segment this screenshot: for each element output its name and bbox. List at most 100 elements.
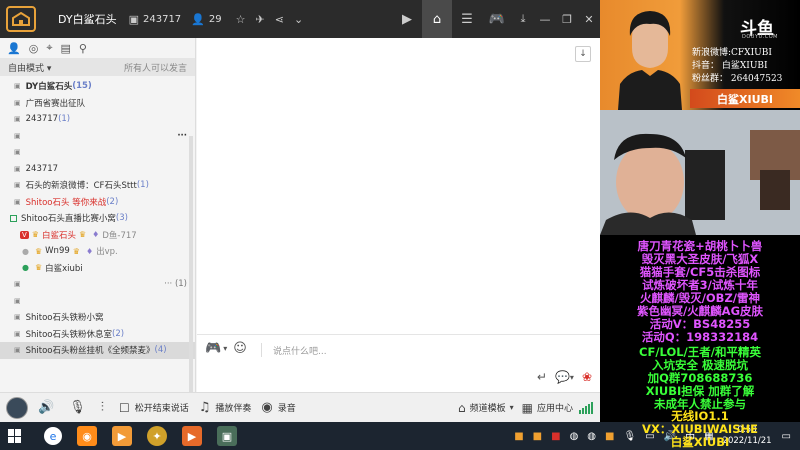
- app-center-button[interactable]: 应用中心: [537, 401, 573, 414]
- play-music-button[interactable]: ♫ 播放伴奏: [199, 400, 252, 415]
- mixer-icon: ⫶: [100, 400, 104, 415]
- more-icon[interactable]: ···: [177, 131, 187, 141]
- app-game-icon[interactable]: ▶: [182, 426, 202, 446]
- channel-row[interactable]: ▣ Shitoo石头铁粉小窝: [0, 309, 195, 326]
- channel-icon: ▣: [14, 181, 21, 190]
- channel-row[interactable]: ▣ DY白鲨石头 (15): [0, 78, 195, 95]
- mode-selector[interactable]: 自由模式 ▾ 所有人可以发言: [0, 58, 195, 76]
- list-icon[interactable]: ☰: [452, 0, 482, 38]
- member-row[interactable]: V ♛ 白鲨石头 ♛ ♦ D鱼-717: [0, 227, 195, 244]
- video-icon[interactable]: ▶: [392, 0, 422, 38]
- app-media-icon[interactable]: ▶: [112, 426, 132, 446]
- webcam-scene-icon: [600, 110, 800, 235]
- channel-row[interactable]: ▣: [0, 293, 195, 310]
- speaker-button[interactable]: 🔊: [38, 400, 59, 415]
- channel-row[interactable]: ▣ 石头的新浪微博：CF石头Sttt (1): [0, 177, 195, 194]
- vip-badge: V: [20, 230, 29, 239]
- chevron-down-icon[interactable]: ▾: [223, 344, 227, 353]
- tray-app-icon[interactable]: ◍: [570, 431, 579, 442]
- channel-row-selected[interactable]: ▣ Shitoo石头粉丝挂机《全频禁麦》 (4): [0, 342, 195, 359]
- channel-icon: ▣: [14, 329, 21, 338]
- channel-icon: ▣: [14, 164, 21, 173]
- checkbox-icon: ☐: [118, 400, 130, 415]
- more-icon[interactable]: ···: [164, 279, 172, 289]
- enter-icon[interactable]: ↵: [537, 370, 547, 384]
- collapse-icon[interactable]: ⤓: [512, 0, 534, 38]
- member-row[interactable]: ● ♛ 白鲨xiubi: [0, 260, 195, 277]
- emoji-icon[interactable]: ☺: [233, 341, 247, 356]
- channel-row[interactable]: ▣ Shitoo石头铁粉休息室 (2): [0, 326, 195, 343]
- channel-row[interactable]: ▣ 广西省赛出征队: [0, 95, 195, 112]
- person-icon[interactable]: 👤: [7, 42, 21, 55]
- record-label: 录音: [277, 404, 296, 414]
- member-name: 白鲨石头: [41, 230, 76, 241]
- scrollbar[interactable]: [189, 136, 193, 396]
- bottom-toolbar: 🔊 🎙 ⫶ ☐ 松开结束说话 ♫ 播放伴奏 ◉ 录音 ⌂ 频道模板 ▾ ▦ 应用中心: [0, 392, 600, 422]
- plane-icon[interactable]: ✈: [256, 13, 265, 26]
- windows-start-icon[interactable]: [8, 429, 22, 443]
- mic-button[interactable]: 🎙: [69, 400, 91, 415]
- member-note: D鱼-717: [102, 230, 137, 241]
- channel-label: DY白鲨石头: [25, 82, 73, 93]
- notes-icon[interactable]: ▤: [61, 42, 71, 55]
- headset-icon[interactable]: ◎: [29, 42, 39, 55]
- douyin-info: 抖音： 白鲨XIUBI: [692, 61, 768, 71]
- home-icon[interactable]: ⌂: [422, 0, 452, 38]
- tray-app-icon[interactable]: ■: [551, 431, 560, 442]
- channel-count: (3): [115, 213, 128, 224]
- minimize-icon[interactable]: —: [534, 0, 556, 38]
- channel-open-icon: [10, 214, 17, 222]
- star-icon[interactable]: ☆: [236, 13, 246, 26]
- search-icon[interactable]: ⚲: [79, 42, 87, 55]
- chevron-down-icon[interactable]: ▾: [510, 403, 514, 412]
- channel-row[interactable]: ▣ Shitoo石头 等你来战 (2): [0, 194, 195, 211]
- viewer-count[interactable]: 👤 29: [191, 13, 221, 26]
- mixer-button[interactable]: ⫶: [101, 400, 109, 415]
- channel-id[interactable]: ▣ 243717: [129, 13, 182, 26]
- channel-icon: ▣: [14, 148, 21, 157]
- channel-count: (1): [136, 180, 149, 191]
- channel-row[interactable]: ▣ 243717: [0, 161, 195, 178]
- chevron-down-icon[interactable]: ▾: [570, 373, 574, 382]
- message-input[interactable]: 说点什么吧...: [273, 344, 327, 357]
- channel-row[interactable]: ▣ ··· (1): [0, 276, 195, 293]
- app-medal-icon[interactable]: ✦: [147, 426, 167, 446]
- download-icon[interactable]: ↓: [575, 46, 591, 62]
- restore-icon[interactable]: ❐: [556, 0, 578, 38]
- rank-icon: ♛: [34, 263, 43, 273]
- crown-icon: ♛: [78, 230, 87, 240]
- app-owl-icon[interactable]: ◉: [77, 426, 97, 446]
- grid-icon[interactable]: ▦: [522, 401, 533, 415]
- home-icon[interactable]: ⌂: [458, 401, 466, 415]
- channel-label: 石头的新浪微博：CF石头Sttt: [25, 181, 137, 192]
- release-to-end-checkbox[interactable]: ☐ 松开结束说话: [119, 401, 189, 415]
- chevron-down-icon[interactable]: ⌄: [294, 13, 303, 26]
- tray-app-icon[interactable]: ◍: [587, 431, 596, 442]
- member-row[interactable]: ● ♛ Wn99 ♛ ♦ 出vp.: [0, 243, 195, 260]
- channel-row[interactable]: ▣: [0, 144, 195, 161]
- close-icon[interactable]: ✕: [578, 0, 600, 38]
- channel-label: 243717: [25, 163, 59, 174]
- location-icon[interactable]: ⌖: [46, 41, 52, 55]
- gamepad-icon[interactable]: 🎮: [205, 341, 221, 356]
- channel-label: Shitoo石头粉丝挂机《全频禁麦》: [25, 346, 155, 357]
- chat-bubble-icon[interactable]: 💬: [555, 370, 570, 384]
- tray-app-icon[interactable]: ■: [514, 431, 523, 442]
- share-icon[interactable]: ⋖: [275, 13, 284, 26]
- channel-row-expanded[interactable]: Shitoo石头直播比赛小窝 (3): [0, 210, 195, 227]
- app-logo[interactable]: [6, 6, 36, 32]
- channel-row[interactable]: ▣ ···: [0, 128, 195, 145]
- channel-row[interactable]: ▣ 243717 (1): [0, 111, 195, 128]
- record-button[interactable]: ◉ 录音: [261, 400, 295, 415]
- app-window-icon[interactable]: ▣: [217, 426, 237, 446]
- channel-template-button[interactable]: 频道模板: [470, 401, 506, 414]
- gamepad-icon[interactable]: 🎮: [482, 0, 512, 38]
- browser-icon[interactable]: e: [44, 427, 62, 445]
- channel-icon: ▣: [14, 82, 21, 91]
- avatar[interactable]: [6, 396, 28, 419]
- message-input-area[interactable]: 🎮 ▾ ☺ 说点什么吧... ↵ 💬 ▾ ❀: [197, 334, 600, 392]
- member-name: Wn99: [45, 246, 70, 257]
- channel-label: Shitoo石头铁粉小窝: [25, 313, 104, 324]
- rose-gift-icon[interactable]: ❀: [582, 370, 592, 384]
- tray-app-icon[interactable]: ■: [533, 431, 542, 442]
